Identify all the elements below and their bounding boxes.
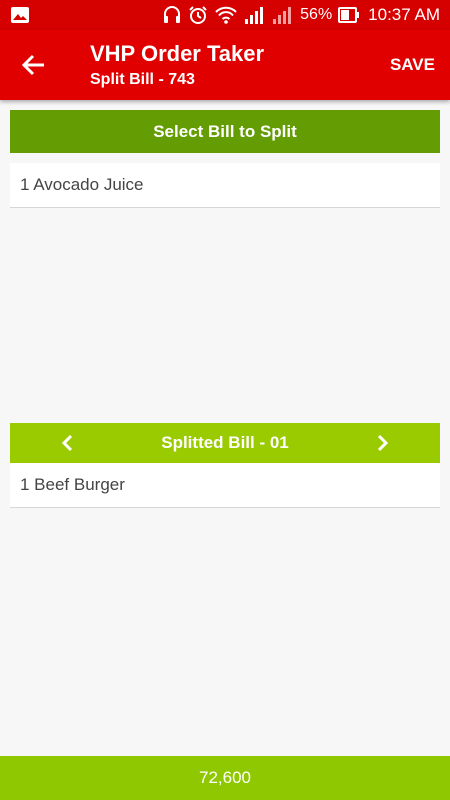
chevron-right-icon[interactable] [372, 433, 392, 453]
alarm-icon [188, 5, 208, 25]
app-bar: VHP Order Taker Split Bill - 743 SAVE [0, 30, 450, 100]
list-item-label: 1 Avocado Juice [20, 175, 144, 194]
signal-icon [244, 5, 266, 25]
splitted-bill-header-label: Splitted Bill - 01 [161, 433, 289, 452]
image-icon [10, 6, 30, 24]
back-arrow-icon[interactable] [18, 51, 50, 79]
splitted-bill-header: Splitted Bill - 01 [10, 423, 440, 463]
total-amount: 72,600 [199, 768, 251, 787]
total-bar: 72,600 [0, 756, 450, 800]
list-item-label: 1 Beef Burger [20, 475, 125, 494]
list-item[interactable]: 1 Beef Burger [10, 463, 440, 508]
battery-percent: 56% [300, 6, 333, 23]
chevron-left-icon[interactable] [58, 433, 78, 453]
status-time: 10:37 AM [368, 5, 440, 24]
page-subtitle: Split Bill - 743 [90, 71, 195, 88]
save-button[interactable]: SAVE [390, 55, 435, 75]
battery-icon [338, 5, 360, 25]
status-bar: 56% 10:37 AM [0, 0, 450, 30]
signal-icon [272, 5, 294, 25]
wifi-icon [214, 5, 238, 25]
list-item[interactable]: 1 Avocado Juice [10, 163, 440, 208]
select-bill-header-label: Select Bill to Split [153, 121, 297, 141]
select-bill-header: Select Bill to Split [10, 110, 440, 153]
headset-icon [162, 5, 182, 25]
page-title: VHP Order Taker [90, 41, 265, 66]
